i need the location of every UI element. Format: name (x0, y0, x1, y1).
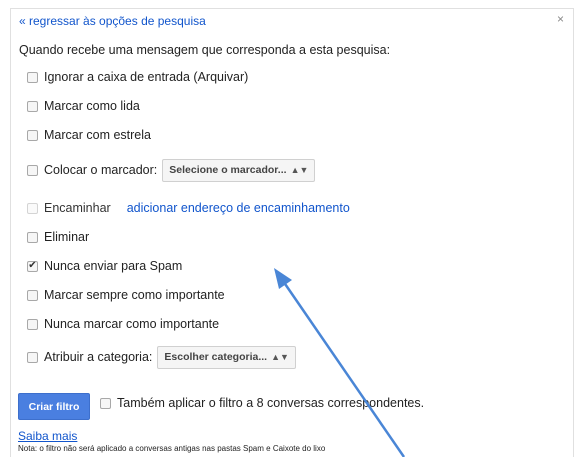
always-important-label: Marcar sempre como importante (44, 288, 225, 302)
option-also-apply[interactable]: Também aplicar o filtro a 8 conversas co… (100, 392, 424, 414)
close-icon[interactable]: × (557, 12, 564, 26)
star-label: Marcar com estrela (44, 128, 151, 142)
option-forward: Encaminhar adicionar endereço de encamin… (27, 197, 350, 219)
also-apply-label: Também aplicar o filtro a 8 conversas co… (117, 396, 425, 410)
option-apply-label[interactable]: Colocar o marcador: Selecione o marcador… (27, 158, 316, 182)
mark-read-checkbox[interactable] (27, 100, 38, 112)
create-filter-button[interactable]: Criar filtro (18, 393, 90, 420)
learn-more-link[interactable]: Saiba mais (18, 429, 77, 443)
category-label: Atribuir a categoria: (44, 350, 153, 364)
archive-label: Ignorar a caixa de entrada (Arquivar) (44, 70, 249, 84)
never-important-checkbox[interactable] (27, 318, 38, 330)
filter-note: Nota: o filtro não será aplicado a conve… (18, 444, 326, 453)
option-delete[interactable]: Eliminar (27, 226, 89, 248)
option-category[interactable]: Atribuir a categoria: Escolher categoria… (27, 345, 296, 369)
apply-label-label: Colocar o marcador: (44, 163, 158, 177)
option-never-important[interactable]: Nunca marcar como importante (27, 313, 219, 335)
label-select-value: Selecione o marcador... (169, 164, 287, 176)
never-spam-label: Nunca enviar para Spam (44, 259, 183, 273)
always-important-checkbox[interactable] (27, 289, 38, 301)
delete-checkbox[interactable] (27, 231, 38, 243)
select-arrows-icon: ▲▼ (271, 352, 289, 362)
never-important-label: Nunca marcar como importante (44, 317, 220, 331)
filter-intro-text: Quando recebe uma mensagem que correspon… (19, 43, 391, 57)
forward-label: Encaminhar (44, 201, 111, 215)
archive-checkbox[interactable] (27, 71, 38, 83)
option-archive[interactable]: Ignorar a caixa de entrada (Arquivar) (27, 66, 248, 88)
option-always-important[interactable]: Marcar sempre como importante (27, 284, 225, 306)
also-apply-checkbox[interactable] (100, 397, 111, 409)
back-to-search-options-link[interactable]: « regressar às opções de pesquisa (19, 14, 206, 28)
never-spam-checkbox[interactable]: ✔ (27, 259, 38, 272)
category-checkbox[interactable] (27, 351, 38, 363)
checkmark-icon: ✔ (28, 259, 37, 271)
apply-label-checkbox[interactable] (27, 164, 38, 176)
mark-read-label: Marcar como lida (44, 99, 140, 113)
category-select-value: Escolher categoria... (164, 351, 268, 363)
category-select[interactable]: Escolher categoria... ▲▼ (157, 345, 296, 369)
option-star[interactable]: Marcar com estrela (27, 124, 151, 146)
delete-label: Eliminar (44, 230, 90, 244)
option-never-spam[interactable]: ✔ Nunca enviar para Spam (27, 255, 182, 277)
option-mark-read[interactable]: Marcar como lida (27, 95, 140, 117)
add-forwarding-address-link[interactable]: adicionar endereço de encaminhamento (127, 201, 350, 215)
label-select[interactable]: Selecione o marcador... ▲▼ (162, 158, 316, 182)
star-checkbox[interactable] (27, 129, 38, 141)
select-arrows-icon: ▲▼ (290, 165, 309, 175)
forward-checkbox (27, 202, 38, 214)
